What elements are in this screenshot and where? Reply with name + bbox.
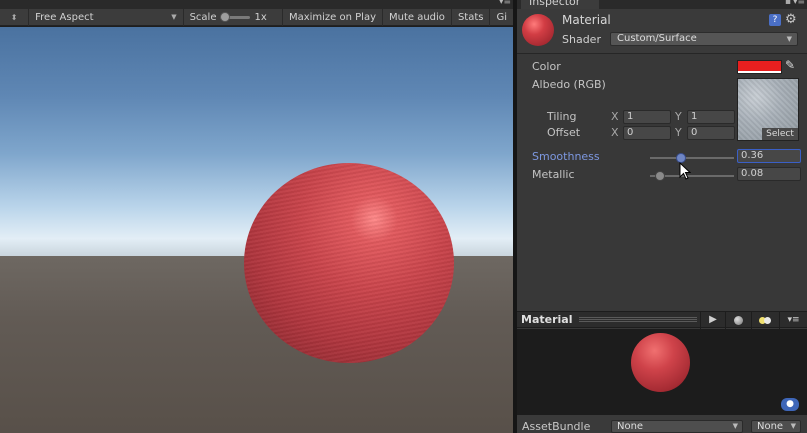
gear-icon[interactable]: ⚙	[785, 12, 797, 27]
preview-header: Material ▶ ▾≡	[517, 311, 807, 329]
scale-slider-knob[interactable]	[220, 11, 231, 22]
red-sphere	[244, 163, 454, 363]
color-swatch[interactable]	[737, 60, 782, 74]
smoothness-slider[interactable]	[650, 157, 734, 159]
stats-label: Stats	[457, 11, 484, 23]
stats-button[interactable]: Stats	[452, 8, 491, 26]
shader-value: Custom/Surface	[617, 33, 697, 44]
scale-control[interactable]: Scale 1x	[184, 8, 283, 26]
material-preview[interactable]: ●	[517, 329, 807, 415]
metallic-label: Metallic	[532, 168, 575, 181]
offset-label: Offset	[547, 126, 581, 139]
metallic-field[interactable]: 0.08	[737, 167, 801, 181]
tiling-y-field[interactable]: 1	[687, 110, 735, 124]
offset-y-label: Y	[675, 126, 682, 139]
scale-value: 1x	[254, 11, 267, 23]
chevron-down-icon: ▼	[786, 35, 792, 43]
game-view: ▾≡ ⬍ Free Aspect ▼ Scale 1x Maximize on …	[0, 0, 513, 433]
tiling-y-label: Y	[675, 110, 682, 123]
shader-label: Shader	[562, 33, 601, 46]
scale-slider-icon[interactable]	[220, 11, 251, 22]
scale-label: Scale	[189, 11, 217, 23]
shader-dropdown[interactable]: Custom/Surface ▼	[610, 32, 798, 46]
help-icon[interactable]: ?	[769, 14, 781, 26]
chevron-down-icon: ▼	[790, 422, 796, 430]
preview-menu-icon[interactable]: ▾≡	[779, 312, 807, 329]
chevron-down-icon: ▼	[171, 13, 177, 21]
gizmos-button[interactable]: Gi	[490, 9, 513, 26]
assetbundle-label: AssetBundle	[522, 420, 591, 433]
smoothness-field[interactable]: 0.36	[737, 149, 801, 163]
lights-icon[interactable]	[751, 312, 779, 329]
offset-x-field[interactable]: 0	[623, 126, 671, 140]
display-arrow-icon[interactable]: ⬍	[0, 8, 30, 26]
material-thumbnail	[522, 14, 554, 46]
inspector-panel: Inspector ▪ ▾≡ Material Shader Custom/Su…	[517, 0, 807, 433]
mute-audio-button[interactable]: Mute audio	[383, 8, 452, 26]
albedo-texture-slot[interactable]: Select	[737, 78, 799, 141]
assetbundle-name-value: None	[617, 421, 644, 432]
assetbundle-variant-value: None	[757, 421, 784, 432]
tab-inspector[interactable]: Inspector	[521, 0, 599, 9]
tab-menu-icon[interactable]: ▾≡	[793, 0, 805, 7]
chevron-down-icon: ▼	[732, 422, 738, 430]
tab-menu-icon[interactable]: ▾≡	[499, 0, 511, 7]
tiling-label: Tiling	[547, 110, 577, 123]
lock-icon[interactable]: ▪	[785, 0, 791, 7]
play-icon[interactable]: ▶	[700, 312, 725, 329]
assetbundle-name-dropdown[interactable]: None ▼	[611, 420, 743, 433]
preview-title: Material	[521, 313, 573, 326]
sphere-icon[interactable]	[725, 312, 751, 329]
gizmos-label: Gi	[496, 11, 507, 23]
texture-select-button[interactable]: Select	[762, 128, 798, 140]
assetbundle-variant-dropdown[interactable]: None ▼	[751, 420, 801, 433]
maximize-label: Maximize on Play	[288, 11, 376, 23]
inspector-tab-strip: Inspector ▪ ▾≡	[517, 0, 807, 9]
offset-y-field[interactable]: 0	[687, 126, 735, 140]
inspector-tab-label: Inspector	[529, 0, 581, 8]
mute-label: Mute audio	[389, 11, 445, 23]
assetbundle-bar: AssetBundle None ▼ None ▼	[517, 415, 807, 433]
offset-x-label: X	[611, 126, 619, 139]
game-toolbar: ⬍ Free Aspect ▼ Scale 1x Maximize on Pla…	[0, 8, 513, 26]
albedo-label: Albedo (RGB)	[532, 78, 606, 91]
material-header: Material Shader Custom/Surface ▼ ? ⚙	[517, 9, 807, 54]
cursor-icon	[679, 162, 691, 180]
material-name: Material	[562, 13, 611, 27]
metallic-slider-knob[interactable]	[655, 171, 665, 181]
tag-icon[interactable]: ●	[781, 398, 799, 411]
color-label: Color	[532, 60, 561, 73]
eyedropper-icon[interactable]: ✎	[785, 58, 795, 72]
aspect-dropdown[interactable]: Free Aspect ▼	[29, 8, 184, 26]
smoothness-label: Smoothness	[532, 150, 600, 163]
maximize-on-play-button[interactable]: Maximize on Play	[283, 8, 383, 26]
tiling-x-label: X	[611, 110, 619, 123]
aspect-label: Free Aspect	[35, 11, 94, 23]
tiling-x-field[interactable]: 1	[623, 110, 671, 124]
preview-drag-handle[interactable]	[579, 317, 697, 323]
preview-sphere	[631, 333, 690, 392]
